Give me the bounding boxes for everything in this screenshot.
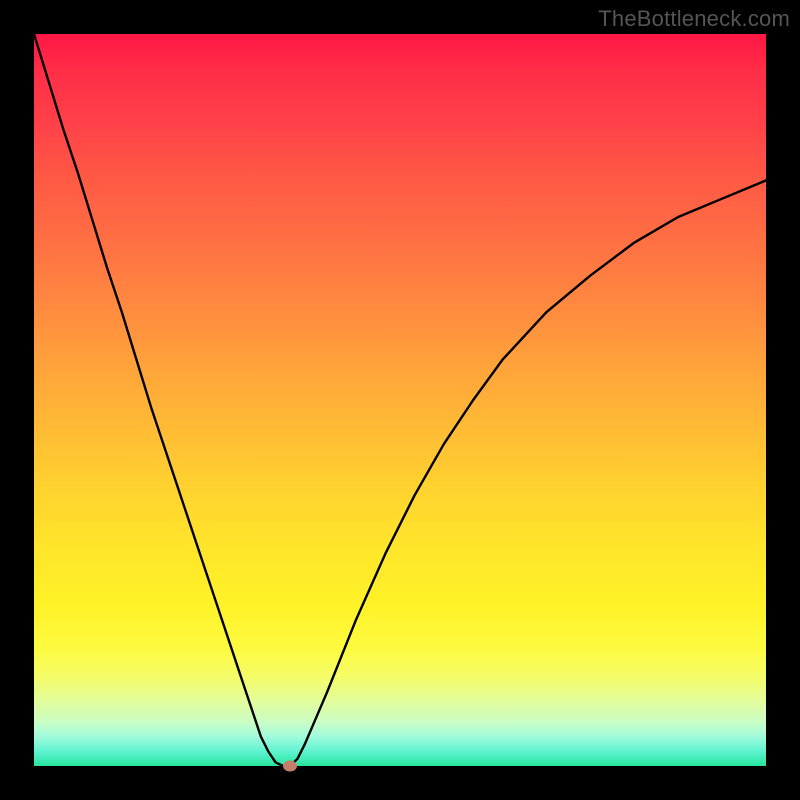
chart-frame: TheBottleneck.com: [0, 0, 800, 800]
watermark-text: TheBottleneck.com: [598, 6, 790, 32]
bottleneck-curve: [34, 34, 766, 766]
data-marker: [283, 761, 297, 772]
chart-plot-area: [34, 34, 766, 766]
chart-line-svg: [34, 34, 766, 766]
